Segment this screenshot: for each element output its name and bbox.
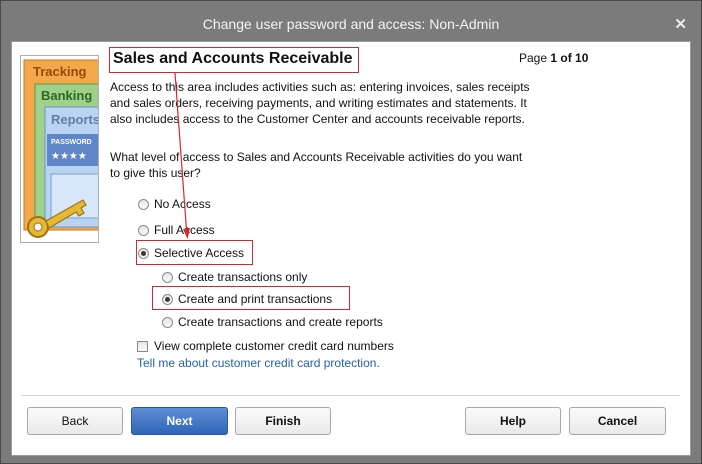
section-heading: Sales and Accounts Receivable	[109, 47, 359, 73]
finish-button[interactable]: Finish	[235, 407, 331, 435]
credit-card-checkbox[interactable]	[137, 340, 148, 352]
selective-access-label: Selective Access	[154, 246, 245, 260]
full-access-label: Full Access	[154, 223, 215, 237]
full-access-option[interactable]: Full Access	[138, 223, 215, 237]
password-panel-label: PASSWORD	[51, 139, 92, 146]
access-question: What level of access to Sales and Accoun…	[110, 150, 523, 180]
window-title: Change user password and access: Non-Adm…	[202, 16, 500, 32]
credit-card-protection-link[interactable]: Tell me about customer credit card prote…	[137, 356, 380, 370]
cancel-button[interactable]: Cancel	[569, 407, 666, 435]
button-separator	[22, 395, 680, 396]
create-print-radio[interactable]	[162, 293, 173, 305]
section-description: Access to this area includes activities …	[110, 80, 530, 126]
create-reports-radio[interactable]	[162, 316, 173, 328]
create-reports-label: Create transactions and create reports	[178, 315, 383, 329]
help-button[interactable]: Help	[465, 407, 561, 435]
create-print-label: Create and print transactions	[178, 292, 333, 306]
create-only-radio[interactable]	[162, 271, 173, 283]
reports-folder-label: Reports	[51, 112, 99, 127]
password-mask: ★★★★	[51, 151, 87, 162]
no-access-label: No Access	[154, 197, 211, 211]
page-value: 1 of 10	[550, 51, 589, 65]
selective-access-option[interactable]: Selective Access	[138, 246, 244, 260]
close-icon[interactable]: ✕	[674, 15, 687, 33]
selective-access-radio[interactable]	[138, 247, 149, 259]
create-only-label: Create transactions only	[178, 270, 308, 284]
create-only-option[interactable]: Create transactions only	[162, 270, 307, 284]
title-bar[interactable]: Change user password and access: Non-Adm…	[1, 1, 701, 41]
no-access-radio[interactable]	[138, 198, 149, 210]
folders-key-illustration: Tracking Banking Reports PASSWORD ★★★★	[23, 59, 99, 238]
full-access-radio[interactable]	[138, 224, 149, 236]
create-print-option[interactable]: Create and print transactions	[162, 292, 332, 306]
credit-card-option[interactable]: View complete customer credit card numbe…	[137, 339, 394, 353]
back-button[interactable]: Back	[27, 407, 123, 435]
next-button[interactable]: Next	[131, 407, 228, 435]
page-indicator: Page 1 of 10	[519, 51, 588, 65]
credit-card-label: View complete customer credit card numbe…	[154, 339, 394, 353]
page-prefix: Page	[519, 51, 548, 65]
dialog-window: Change user password and access: Non-Adm…	[0, 0, 702, 464]
tracking-folder-label: Tracking	[33, 64, 87, 79]
banking-folder-label: Banking	[41, 88, 92, 103]
dialog-content: Tracking Banking Reports PASSWORD ★★★★ S…	[11, 41, 691, 456]
create-reports-option[interactable]: Create transactions and create reports	[162, 315, 383, 329]
no-access-option[interactable]: No Access	[138, 197, 211, 211]
access-illustration: Tracking Banking Reports PASSWORD ★★★★	[20, 55, 99, 243]
